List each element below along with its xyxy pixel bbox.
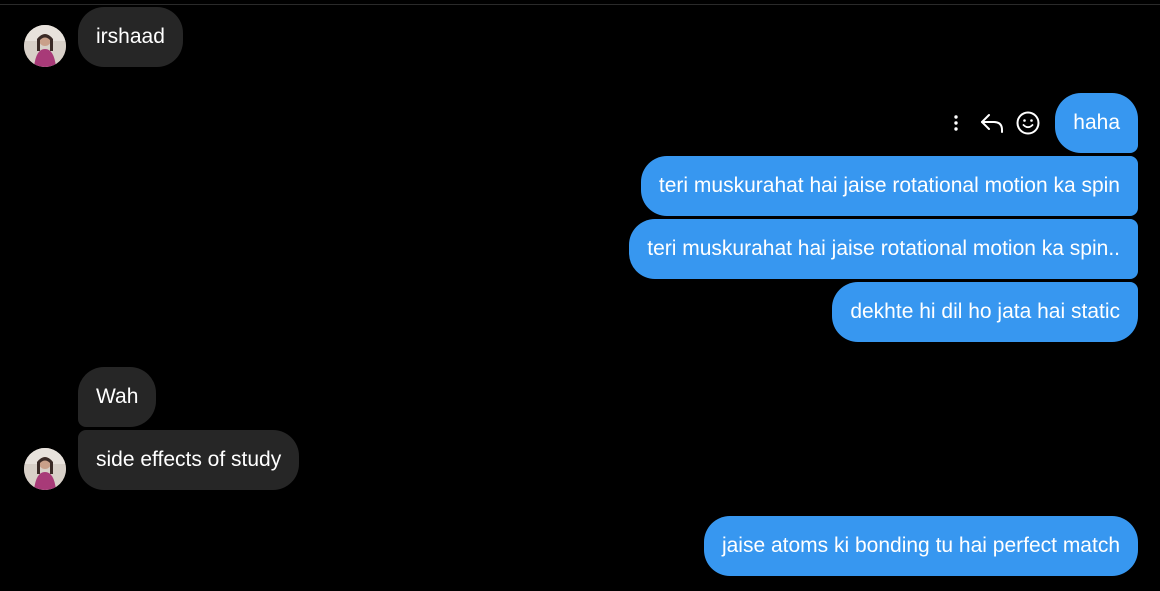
more-options-icon[interactable]: [940, 107, 972, 139]
message-bubble-incoming[interactable]: side effects of study: [78, 430, 300, 490]
header-divider: [0, 4, 1160, 5]
message-bubble-outgoing[interactable]: teri muskurahat hai jaise rotational mot…: [629, 219, 1138, 279]
emoji-reaction-icon[interactable]: [1012, 107, 1044, 139]
message-bubble-incoming[interactable]: irshaad: [78, 7, 183, 67]
contact-avatar[interactable]: [24, 25, 66, 67]
message-actions: [940, 107, 1048, 139]
contact-avatar[interactable]: [24, 448, 66, 490]
message-bubble-outgoing[interactable]: teri muskurahat hai jaise rotational mot…: [640, 156, 1138, 216]
reply-icon[interactable]: [976, 107, 1008, 139]
message-bubble-incoming[interactable]: Wah: [78, 367, 157, 427]
message-bubble-outgoing[interactable]: dekhte hi dil ho jata hai static: [832, 282, 1138, 342]
message-bubble-outgoing[interactable]: jaise atoms ki bonding tu hai perfect ma…: [703, 516, 1138, 576]
message-bubble-outgoing[interactable]: haha: [1055, 93, 1138, 153]
